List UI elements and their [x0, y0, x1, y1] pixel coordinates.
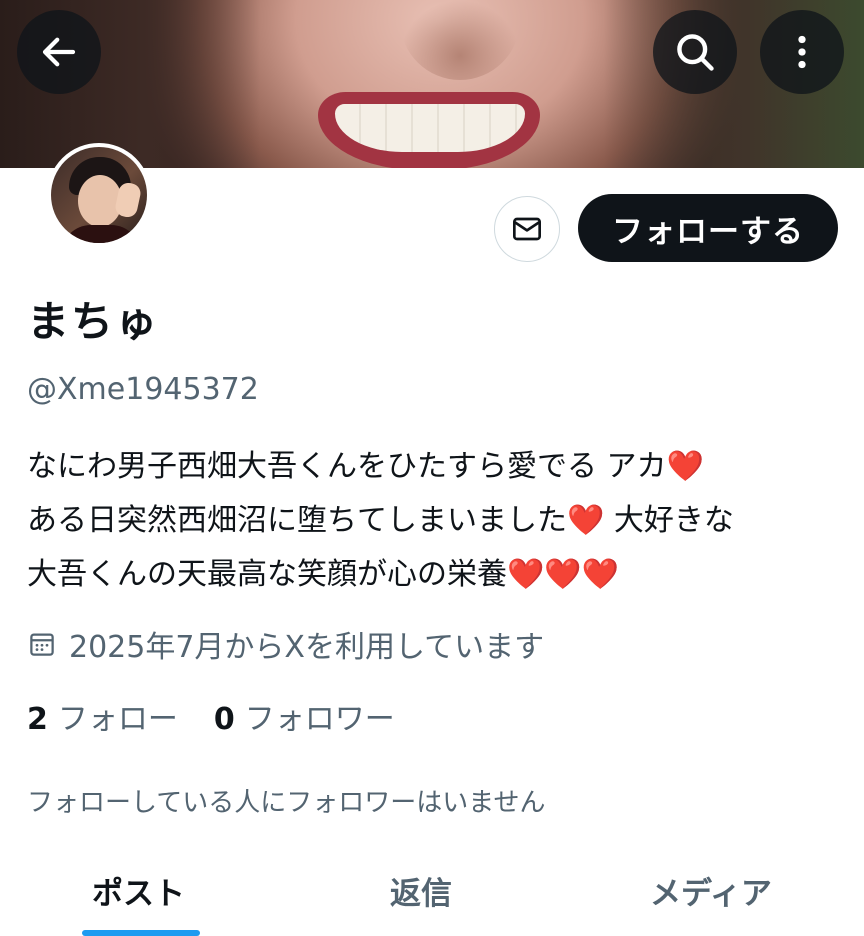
banner-teeth — [335, 104, 525, 152]
followers-link[interactable]: 0 フォロワー — [214, 694, 395, 738]
bio-line-text: なにわ男子西畑大吾くんをひたすら愛でる アカ — [27, 449, 667, 484]
bio-line: なにわ男子西畑大吾くんをひたすら愛でる アカ❤️ — [27, 440, 847, 494]
search-icon — [677, 34, 714, 71]
calendar-icon — [30, 633, 54, 656]
heart-emoji: ❤️ — [666, 449, 704, 484]
heart-emoji: ❤️ — [567, 503, 605, 538]
following-count: 2 — [27, 702, 48, 737]
heart-emoji: ❤️❤️❤️ — [507, 557, 620, 592]
avatar[interactable] — [47, 143, 151, 247]
profile-bio: なにわ男子西畑大吾くんをひたすら愛でる アカ❤️ ある日突然西畑沼に堕ちてしまい… — [27, 440, 847, 602]
user-handle: @Xme1945372 — [27, 372, 259, 407]
followers-label: フォロワー — [244, 702, 395, 737]
back-button[interactable] — [17, 10, 101, 94]
bio-line-tail: 大好きな — [604, 503, 734, 538]
follow-button[interactable]: フォローする — [578, 194, 838, 262]
bio-line: 大吾くんの天最高な笑顔が心の栄養❤️❤️❤️ — [27, 548, 847, 602]
message-button[interactable] — [494, 196, 560, 262]
more-button[interactable] — [760, 10, 844, 94]
profile-tabs: ポスト 返信 メディア — [0, 848, 864, 936]
following-label: フォロー — [57, 702, 178, 737]
banner-nose — [400, 0, 520, 80]
following-link[interactable]: 2 フォロー — [27, 694, 178, 738]
back-arrow-icon — [42, 37, 76, 67]
follow-stats: 2 フォロー 0 フォロワー — [27, 694, 395, 738]
followers-count: 0 — [213, 702, 235, 737]
active-tab-indicator — [82, 930, 200, 936]
profile-banner-image[interactable] — [0, 0, 864, 168]
tab-replies[interactable]: 返信 — [390, 868, 452, 913]
mutual-followers-note: フォローしている人にフォロワーはいません — [27, 788, 546, 818]
bio-line-text: ある日突然西畑沼に堕ちてしまいました — [27, 503, 567, 538]
search-button[interactable] — [653, 10, 737, 94]
mail-icon — [513, 217, 541, 241]
joined-date: 2025年7月からXを利用しています — [27, 622, 544, 666]
bio-line: ある日突然西畑沼に堕ちてしまいました❤️ 大好きな — [27, 494, 847, 548]
bio-line-text: 大吾くんの天最高な笑顔が心の栄養 — [27, 557, 507, 592]
tab-posts[interactable]: ポスト — [92, 868, 185, 913]
display-name: まちゅ — [27, 297, 160, 346]
joined-text: 2025年7月からXを利用しています — [69, 630, 545, 665]
more-vertical-icon — [798, 35, 806, 69]
tab-media[interactable]: メディア — [650, 868, 772, 913]
